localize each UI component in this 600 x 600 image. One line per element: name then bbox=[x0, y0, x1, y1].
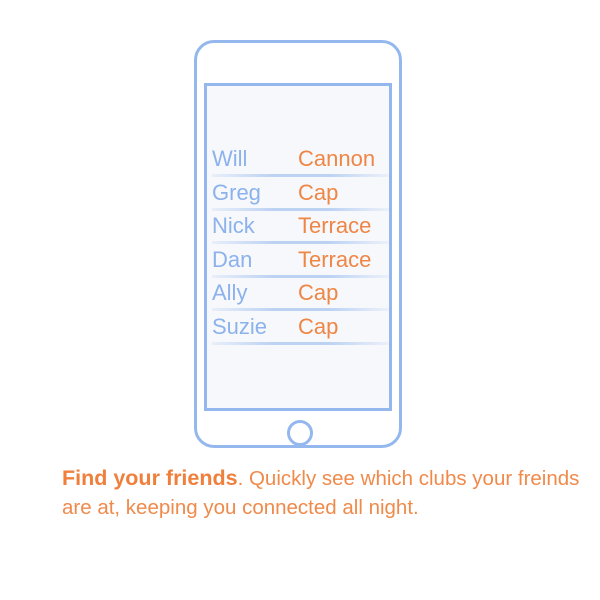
friend-club: Cannon bbox=[298, 146, 376, 171]
friend-club: Terrace bbox=[298, 213, 372, 238]
home-button bbox=[287, 420, 313, 446]
friend-row[interactable]: Nick Terrace bbox=[212, 211, 390, 245]
feature-caption: Find your friends. Quickly see which clu… bbox=[62, 464, 592, 522]
friend-club: Terrace bbox=[298, 246, 372, 272]
friend-row[interactable]: Suzie Cap bbox=[212, 312, 390, 346]
friends-list: Will Cannon Greg Cap Nick Terrace Dan Te… bbox=[212, 144, 390, 345]
friend-name: Nick bbox=[212, 213, 255, 238]
friend-name: Ally bbox=[212, 280, 248, 305]
friend-row[interactable]: Greg Cap bbox=[212, 178, 390, 212]
friend-club: Cap bbox=[298, 179, 339, 205]
friend-name: Greg bbox=[212, 179, 261, 205]
friend-name: Dan bbox=[212, 246, 253, 272]
friend-club: Cap bbox=[298, 313, 339, 339]
friend-name: Will bbox=[212, 146, 248, 171]
friend-row[interactable]: Ally Cap bbox=[212, 278, 390, 312]
friend-name: Suzie bbox=[212, 313, 268, 339]
feature-title: Find your friends bbox=[62, 466, 238, 490]
friend-row[interactable]: Dan Terrace bbox=[212, 245, 390, 279]
friend-row[interactable]: Will Cannon bbox=[212, 144, 390, 178]
friend-club: Cap bbox=[298, 280, 339, 305]
